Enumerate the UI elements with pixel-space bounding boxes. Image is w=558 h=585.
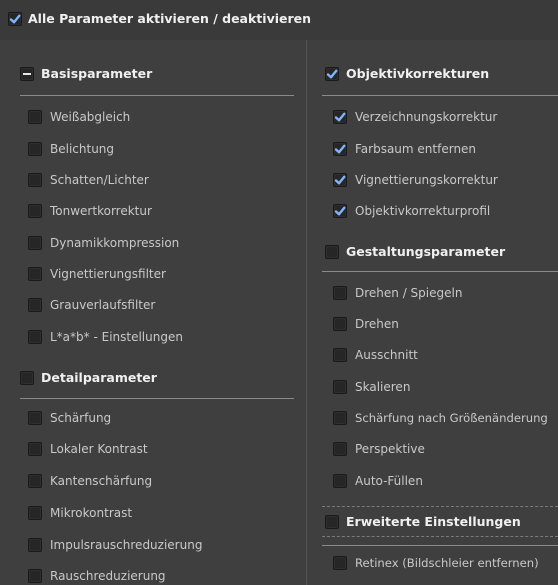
gestaltung-item-label: Perspektive [355, 442, 425, 456]
basis-item-label: Vignettierungsfilter [50, 267, 166, 281]
column-separator [306, 40, 307, 585]
gestaltung-group-header: Gestaltungsparameter [346, 244, 506, 259]
gestaltung-item-checkbox[interactable] [333, 348, 347, 362]
erweitert-item-checkbox[interactable] [333, 556, 347, 570]
basis-item-checkbox[interactable] [28, 330, 42, 344]
objektiv-item-label: Vignettierungskorrektur [355, 173, 498, 187]
master-toggle-label: Alle Parameter aktivieren / deaktivieren [28, 11, 312, 26]
objektiv-item-checkbox[interactable] [333, 204, 347, 218]
gestaltung-item-label: Schärfung nach Größenänderung [355, 411, 548, 425]
detail-item-checkbox[interactable] [28, 411, 42, 425]
gestaltung-item-label: Auto-Füllen [355, 474, 423, 488]
gestaltung-item-checkbox[interactable] [333, 411, 347, 425]
gestaltung-divider [322, 271, 558, 272]
objektiv-item-checkbox[interactable] [333, 173, 347, 187]
gestaltung-item-label: Drehen / Spiegeln [355, 286, 463, 300]
detail-item-label: Impulsrauschreduzierung [50, 538, 203, 552]
detail-item-label: Lokaler Kontrast [50, 442, 148, 456]
gestaltung-item-checkbox[interactable] [333, 442, 347, 456]
basis-item-label: Belichtung [50, 142, 115, 156]
checkmark-icon [334, 206, 346, 216]
objektiv-item-label: Farbsaum entfernen [355, 142, 477, 156]
detail-item-checkbox[interactable] [28, 506, 42, 520]
basis-group-checkbox[interactable] [20, 67, 34, 81]
detail-group-checkbox[interactable] [20, 371, 34, 385]
erweitert-item-label: Retinex (Bildschleier entfernen) [355, 556, 539, 570]
detail-item-label: Kantenschärfung [50, 474, 153, 488]
basis-group-header: Basisparameter [41, 66, 153, 81]
checkmark-icon [334, 175, 346, 185]
detail-item-checkbox[interactable] [28, 569, 42, 583]
basis-item-checkbox[interactable] [28, 298, 42, 312]
checkmark-icon [9, 14, 21, 24]
objektiv-group-checkbox[interactable] [325, 67, 339, 81]
objektiv-group-header: Objektivkorrekturen [346, 66, 490, 81]
detail-item-checkbox[interactable] [28, 474, 42, 488]
basis-item-checkbox[interactable] [28, 173, 42, 187]
detail-item-label: Mikrokontrast [50, 506, 133, 520]
gestaltung-item-checkbox[interactable] [333, 474, 347, 488]
basis-item-label: L*a*b* - Einstellungen [50, 330, 183, 344]
gestaltung-item-checkbox[interactable] [333, 380, 347, 394]
detail-item-label: Schärfung [50, 411, 112, 425]
basis-item-label: Schatten/Lichter [50, 173, 149, 187]
detail-item-checkbox[interactable] [28, 538, 42, 552]
checkmark-icon [334, 144, 346, 154]
basis-item-label: Weißabgleich [50, 110, 131, 124]
erweitert-divider [322, 545, 558, 546]
basis-item-checkbox[interactable] [28, 267, 42, 281]
basis-item-label: Grauverlaufsfilter [50, 298, 156, 312]
objektiv-divider [322, 95, 558, 96]
checkmark-icon [334, 112, 346, 122]
objektiv-item-checkbox[interactable] [333, 142, 347, 156]
gestaltung-item-label: Ausschnitt [355, 348, 418, 362]
gestaltung-item-label: Drehen [355, 317, 399, 331]
objektiv-item-label: Objektivkorrekturprofil [355, 204, 491, 218]
basis-item-checkbox[interactable] [28, 236, 42, 250]
detail-group-header: Detailparameter [41, 370, 157, 385]
gestaltung-item-checkbox[interactable] [333, 317, 347, 331]
basis-item-label: Tonwertkorrektur [50, 204, 152, 218]
basis-item-checkbox[interactable] [28, 142, 42, 156]
objektiv-item-label: Verzeichnungskorrektur [355, 110, 498, 124]
basis-item-checkbox[interactable] [28, 204, 42, 218]
detail-item-checkbox[interactable] [28, 442, 42, 456]
detail-divider [20, 398, 294, 399]
erweitert-focus-outline-bottom [322, 536, 558, 537]
basis-divider [20, 95, 294, 96]
erweitert-group-header: Erweiterte Einstellungen [346, 514, 521, 529]
gestaltung-group-checkbox[interactable] [325, 245, 339, 259]
basis-item-checkbox[interactable] [28, 110, 42, 124]
master-toggle-checkbox[interactable] [8, 12, 22, 26]
detail-item-label: Rauschreduzierung [50, 569, 166, 583]
checkmark-icon [326, 69, 338, 79]
objektiv-item-checkbox[interactable] [333, 110, 347, 124]
gestaltung-item-checkbox[interactable] [333, 286, 347, 300]
gestaltung-item-label: Skalieren [355, 380, 411, 394]
erweitert-focus-outline [322, 506, 558, 507]
erweitert-group-checkbox[interactable] [325, 515, 339, 529]
basis-item-label: Dynamikkompression [50, 236, 180, 250]
